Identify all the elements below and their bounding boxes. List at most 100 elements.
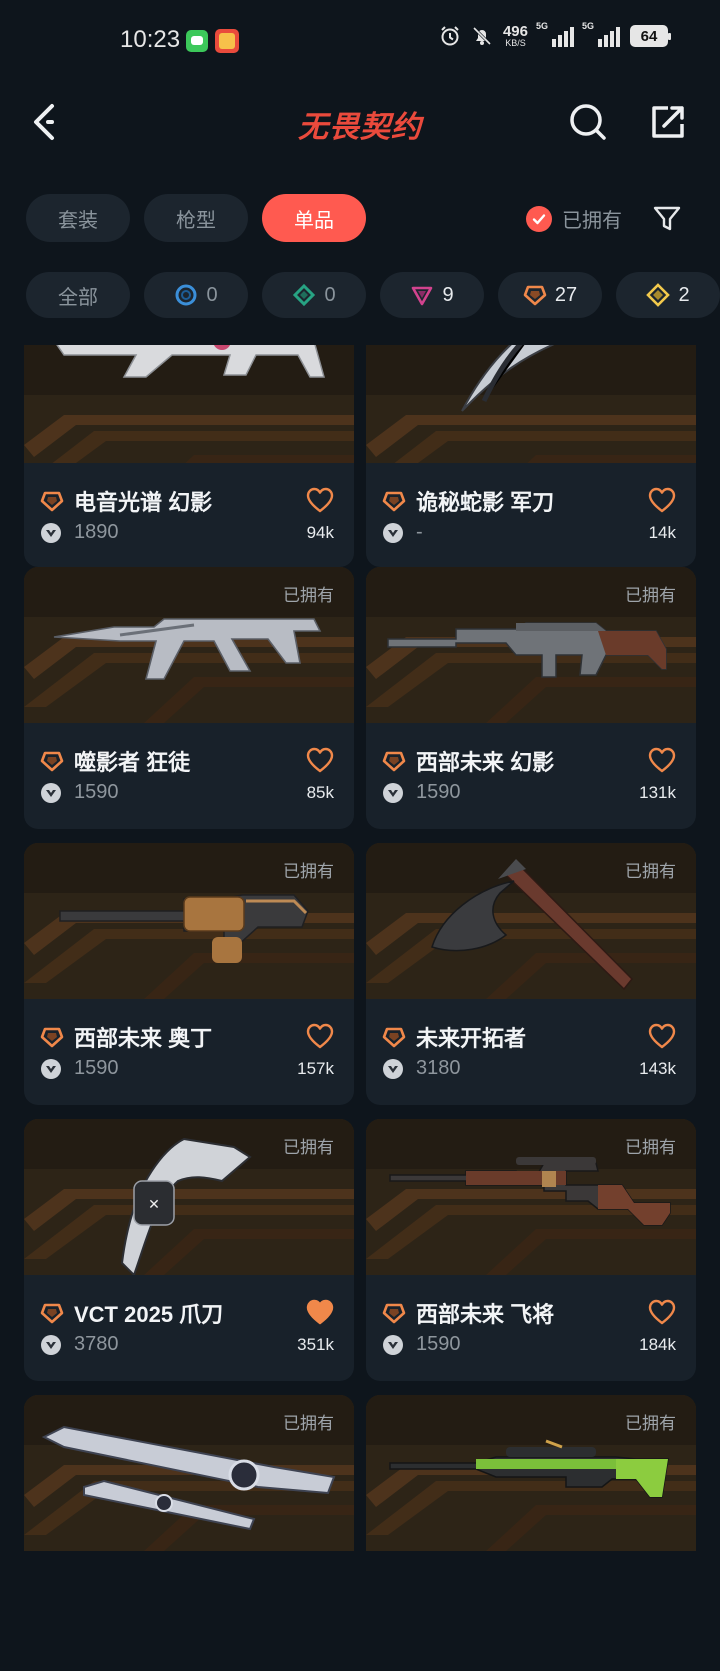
like-count: 94k bbox=[306, 523, 334, 542]
premium-tier-icon bbox=[412, 286, 433, 306]
app-logo: 无畏契约 bbox=[298, 110, 422, 145]
select-tier-icon bbox=[175, 284, 197, 306]
rarity-chip-select[interactable]: 0 bbox=[144, 272, 248, 318]
mute-icon bbox=[472, 26, 492, 46]
item-grid: 电音光谱 幻影 1890 94k 诡秘蛇影 军刀 -14k 已拥有 噬影者 狂徒 1590 85… bbox=[24, 345, 696, 1671]
owned-filter-label: 已拥有 bbox=[562, 210, 622, 232]
item-card[interactable]: 已拥有 bbox=[366, 1395, 696, 1671]
filter-icon[interactable] bbox=[652, 204, 682, 234]
item-name: 西部未来 奥丁 bbox=[74, 1026, 213, 1051]
owned-tag: 已拥有 bbox=[283, 862, 334, 881]
rarity-chip-premium[interactable]: 9 bbox=[380, 272, 484, 318]
favorite-heart-icon[interactable] bbox=[306, 1023, 334, 1049]
search-icon[interactable] bbox=[568, 102, 608, 142]
item-info: 西部未来 奥丁 1590 157k bbox=[24, 999, 354, 1105]
exclusive-tier-icon bbox=[40, 1303, 64, 1324]
exclusive-tier-icon bbox=[40, 1027, 64, 1048]
weapon-image bbox=[56, 345, 325, 378]
favorite-heart-icon[interactable] bbox=[306, 747, 334, 773]
item-info: 噬影者 狂徒 1590 85k bbox=[24, 723, 354, 829]
owned-tag: 已拥有 bbox=[283, 1138, 334, 1157]
like-count: 184k bbox=[639, 1335, 676, 1354]
item-name: VCT 2025 爪刀 bbox=[74, 1302, 224, 1327]
item-card[interactable]: ✕ 已拥有 VCT 2025 爪刀 3780 351k bbox=[24, 1119, 354, 1395]
deluxe-tier-icon bbox=[293, 283, 316, 307]
item-price: - bbox=[416, 521, 423, 543]
item-name: 噬影者 狂徒 bbox=[74, 750, 191, 775]
item-image: 已拥有 bbox=[366, 843, 696, 999]
item-card[interactable]: 电音光谱 幻影 1890 94k bbox=[24, 345, 354, 567]
status-bar: 10:23 496 KB/S 5G 5G 64 bbox=[0, 0, 720, 82]
item-card[interactable]: 已拥有 西部未来 幻影 1590 131k bbox=[366, 567, 696, 843]
exclusive-tier-icon bbox=[40, 491, 64, 512]
tab-bundles[interactable]: 套装 bbox=[26, 194, 130, 242]
back-icon[interactable] bbox=[26, 100, 70, 144]
like-count: 131k bbox=[639, 783, 676, 802]
exclusive-tier-icon bbox=[382, 751, 406, 772]
item-name: 诡秘蛇影 军刀 bbox=[416, 490, 555, 515]
item-card[interactable]: 已拥有 未来开拓者 3180 143k bbox=[366, 843, 696, 1119]
item-image bbox=[366, 345, 696, 463]
ultra-tier-icon bbox=[646, 283, 671, 307]
like-count: 85k bbox=[306, 783, 334, 802]
item-card[interactable]: 已拥有西部未来 奥丁 1590 157k bbox=[24, 843, 354, 1119]
item-card[interactable]: 已拥有 西部未来 飞将 1590 184k bbox=[366, 1119, 696, 1395]
rarity-chip-ultra[interactable]: 2 bbox=[616, 272, 720, 318]
owned-tag: 已拥有 bbox=[283, 586, 334, 605]
owned-tag: 已拥有 bbox=[625, 1414, 676, 1433]
valorant-points-icon bbox=[383, 1058, 403, 1079]
like-count: 157k bbox=[297, 1059, 334, 1078]
item-image: 已拥有 bbox=[366, 1119, 696, 1275]
item-image: 已拥有 bbox=[24, 1395, 354, 1551]
favorite-heart-icon[interactable] bbox=[306, 1299, 334, 1325]
share-icon[interactable] bbox=[648, 102, 688, 142]
network-speed: 496 KB/S bbox=[502, 23, 528, 48]
alarm-icon bbox=[441, 26, 459, 46]
item-info: 未来开拓者 3180 143k bbox=[366, 999, 696, 1105]
item-card[interactable]: 诡秘蛇影 军刀 - 14k bbox=[366, 345, 696, 567]
item-card[interactable]: 已拥有噬影者 狂徒 1590 85k bbox=[24, 567, 354, 843]
owned-tag: 已拥有 bbox=[625, 1138, 676, 1157]
item-image: 已拥有 bbox=[24, 843, 354, 999]
owned-filter-toggle[interactable]: 已拥有 bbox=[526, 204, 622, 233]
item-image: ✕ 已拥有 bbox=[24, 1119, 354, 1275]
item-name: 西部未来 幻影 bbox=[416, 750, 555, 775]
favorite-heart-icon[interactable] bbox=[648, 487, 676, 513]
tab-weapon-types[interactable]: 枪型 bbox=[144, 194, 248, 242]
valorant-points-icon bbox=[383, 782, 403, 803]
category-tabs: 套装 枪型 单品 bbox=[26, 194, 366, 242]
item-info: 西部未来 幻影 1590 131k bbox=[366, 723, 696, 829]
item-image: 已拥有 bbox=[366, 567, 696, 723]
item-price: 3780 bbox=[74, 1333, 119, 1355]
messages-app-icon bbox=[186, 30, 208, 52]
rarity-filter-row: 全部 0 0 9 27 2 bbox=[26, 272, 720, 318]
valorant-points-icon bbox=[41, 782, 61, 803]
rarity-chip-exclusive[interactable]: 27 bbox=[498, 272, 602, 318]
exclusive-tier-icon bbox=[382, 491, 406, 512]
status-icons: 496 KB/S 5G 5G 64 bbox=[439, 21, 671, 48]
item-price: 1590 bbox=[74, 1057, 119, 1079]
rarity-chip-all[interactable]: 全部 bbox=[26, 272, 130, 318]
item-name: 未来开拓者 bbox=[416, 1026, 527, 1051]
check-icon bbox=[526, 205, 552, 232]
like-count: 14k bbox=[648, 523, 676, 542]
rarity-chip-deluxe[interactable]: 0 bbox=[262, 272, 366, 318]
item-card[interactable]: 已拥有 bbox=[24, 1395, 354, 1671]
item-price: 3180 bbox=[416, 1057, 461, 1079]
exclusive-tier-icon bbox=[40, 751, 64, 772]
favorite-heart-icon[interactable] bbox=[648, 1299, 676, 1325]
valorant-points-icon bbox=[41, 1334, 61, 1355]
favorite-heart-icon[interactable] bbox=[306, 487, 334, 513]
exclusive-tier-icon bbox=[382, 1303, 406, 1324]
exclusive-tier-icon bbox=[523, 285, 547, 306]
item-info: 电音光谱 幻影 1890 94k bbox=[24, 463, 354, 567]
battery-icon: 64 bbox=[630, 25, 671, 47]
item-info: 诡秘蛇影 军刀 - 14k bbox=[366, 463, 696, 567]
signal-icon-2: 5G bbox=[582, 21, 620, 47]
valorant-points-icon bbox=[383, 522, 403, 543]
weapon-image bbox=[461, 345, 555, 412]
favorite-heart-icon[interactable] bbox=[648, 1023, 676, 1049]
tab-single-items[interactable]: 单品 bbox=[262, 194, 366, 242]
shopping-app-icon bbox=[215, 29, 239, 53]
favorite-heart-icon[interactable] bbox=[648, 747, 676, 773]
